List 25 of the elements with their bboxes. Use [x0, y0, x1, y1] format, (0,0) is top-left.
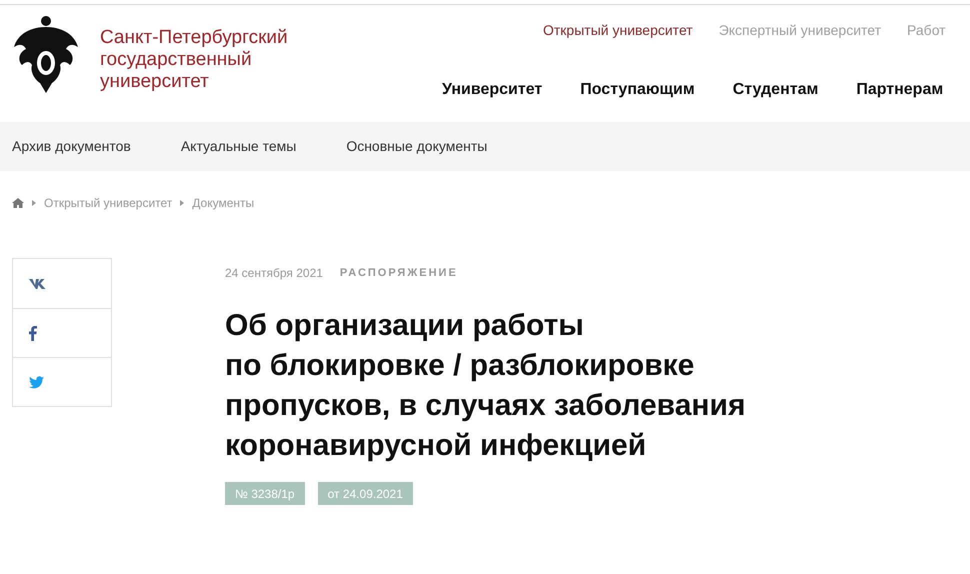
document-tag: от 24.09.2021 [318, 482, 413, 505]
document-tag: № 3238/1р [225, 482, 305, 505]
main-nav-link[interactable]: Партнерам [856, 78, 944, 102]
vk-icon [29, 278, 47, 288]
article-title: коронавирусной инфекцией [225, 428, 648, 464]
sub-nav-link[interactable]: Основные документы [346, 136, 488, 157]
main-nav-link[interactable]: Поступающим [580, 78, 695, 102]
caret-icon [32, 200, 36, 206]
sub-nav-link[interactable]: Архив документов [12, 136, 131, 157]
article-title: по блокировке / разблокировке [225, 348, 696, 384]
main-nav-link[interactable]: Студентам [732, 78, 818, 102]
main-nav-link[interactable]: Университет [442, 78, 542, 102]
article-category: РАСПОРЯЖЕНИЕ [340, 266, 458, 281]
university-name: государственный [100, 49, 253, 71]
caret-icon [180, 200, 184, 206]
article-title: пропусков, в случаях заболевания [225, 388, 746, 424]
university-name: Санкт-Петербургский [100, 27, 288, 49]
article-date: 24 сентября 2021 [225, 265, 323, 282]
university-name: университет [100, 71, 210, 93]
top-link[interactable]: Открытый университет [543, 20, 693, 41]
facebook-icon [29, 326, 37, 340]
twitter-icon [29, 376, 44, 388]
sub-nav-link[interactable]: Актуальные темы [180, 136, 296, 157]
article-title: Об организации работы [225, 308, 585, 344]
home-icon[interactable] [12, 198, 24, 208]
